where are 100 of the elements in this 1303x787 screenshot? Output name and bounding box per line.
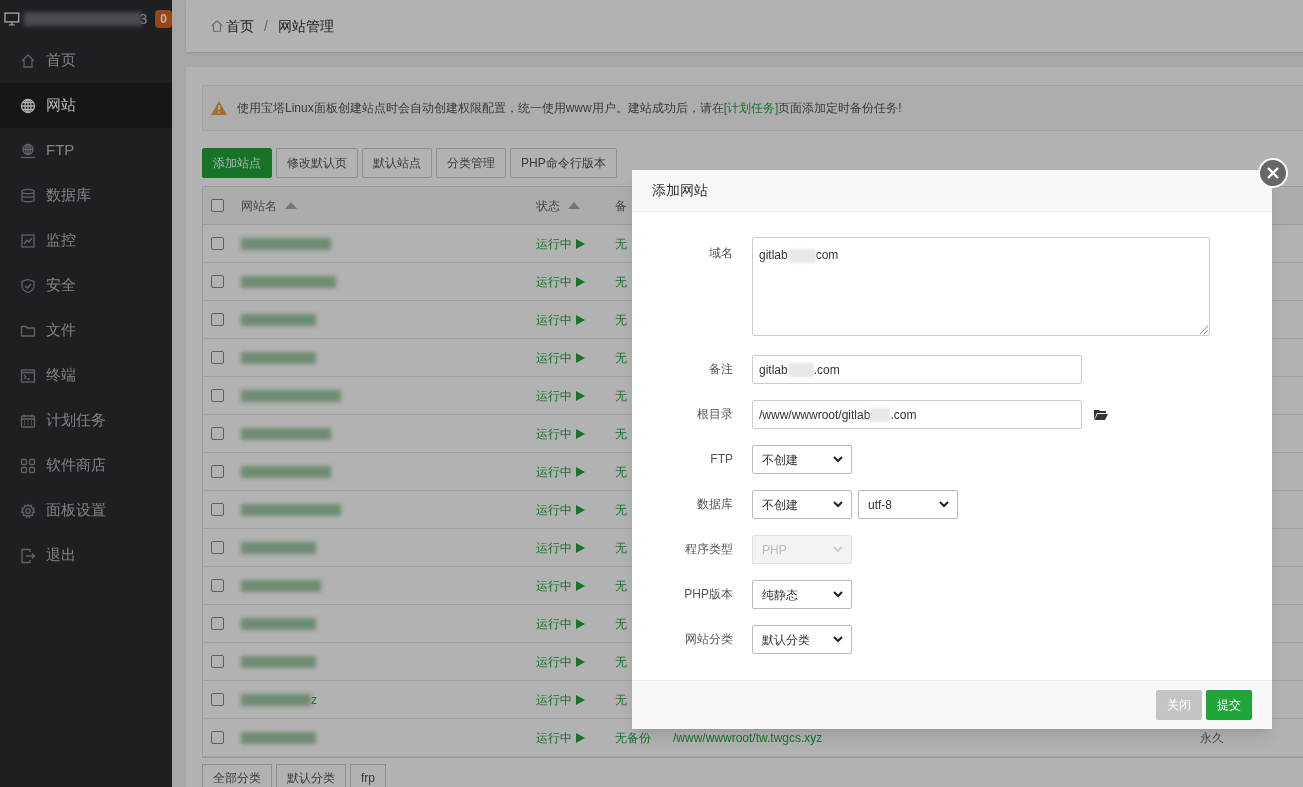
status-link[interactable]: 运行中 (536, 386, 615, 405)
row-checkbox[interactable] (211, 313, 224, 326)
sidebar-item[interactable]: 文件 (0, 308, 172, 353)
field-label: PHP版本 (683, 586, 733, 603)
status-link[interactable]: 运行中 (536, 424, 615, 443)
path-input[interactable]: /www/wwwroot/gitlab .com (752, 400, 1082, 429)
chevron-icon (833, 636, 843, 643)
status-link[interactable]: 运行中 (536, 234, 615, 253)
blurred-text (241, 693, 311, 706)
row-checkbox[interactable] (211, 427, 224, 440)
dropdown[interactable]: 纯静态 (752, 580, 852, 609)
play-icon (576, 428, 585, 439)
play-icon (576, 504, 585, 515)
database-icon (20, 187, 36, 204)
sidebar-item[interactable]: 面板设置 (0, 488, 172, 533)
row-checkbox[interactable] (211, 465, 224, 478)
status-link[interactable]: 运行中 (536, 272, 615, 291)
column-header[interactable]: 网站名 (241, 196, 277, 215)
row-checkbox[interactable] (211, 275, 224, 288)
select-all-checkbox[interactable] (211, 199, 224, 212)
play-icon (576, 314, 585, 325)
chart-icon (20, 232, 36, 249)
breadcrumb-separator: / (264, 16, 268, 36)
folder-icon[interactable] (1094, 408, 1108, 421)
path-link[interactable]: /www/wwwroot/tw.twgcs.xyz (673, 730, 823, 745)
row-checkbox[interactable] (211, 693, 224, 706)
dropdown[interactable]: 不创建 (752, 445, 852, 474)
dropdown[interactable]: 默认分类 (752, 625, 852, 654)
sidebar-item[interactable]: 安全 (0, 263, 172, 308)
status-link[interactable]: 运行中 (536, 614, 615, 633)
sidebar-item[interactable]: 计划任务 (0, 398, 172, 443)
toolbar-button[interactable]: 添加站点 (202, 148, 272, 178)
sidebar-item[interactable]: 软件商店 (0, 443, 172, 488)
chevron-icon (833, 501, 843, 508)
row-checkbox[interactable] (211, 655, 224, 668)
sidebar-item[interactable]: 首页 (0, 38, 172, 83)
play-icon (576, 732, 585, 743)
calendar-icon (20, 412, 36, 429)
status-link[interactable]: 运行中 (536, 728, 615, 747)
column-header[interactable]: 状态 (536, 196, 560, 215)
sort-icon[interactable] (568, 202, 580, 209)
row-checkbox[interactable] (211, 503, 224, 516)
sidebar-item[interactable]: 数据库 (0, 173, 172, 218)
site-name[interactable]: z (311, 690, 317, 709)
row-checkbox[interactable] (211, 237, 224, 250)
dropdown[interactable]: utf-8 (858, 490, 958, 519)
category-tab[interactable]: frp (350, 764, 386, 787)
status-link[interactable]: 运行中 (536, 690, 615, 709)
row-checkbox[interactable] (211, 389, 224, 402)
status-link[interactable]: 运行中 (536, 652, 615, 671)
row-checkbox[interactable] (211, 617, 224, 630)
sidebar-item[interactable]: 终端 (0, 353, 172, 398)
play-icon (576, 618, 585, 629)
row-checkbox[interactable] (211, 579, 224, 592)
logout-icon (20, 547, 36, 564)
backup-link[interactable]: 无备份 (615, 728, 673, 747)
remark-input[interactable]: gitlab .com (752, 355, 1082, 384)
dropdown[interactable]: 不创建 (752, 490, 852, 519)
category-tab[interactable]: 全部分类 (202, 764, 272, 787)
column-header[interactable]: 备 (615, 196, 627, 215)
submit-button[interactable]: 提交 (1206, 690, 1252, 720)
status-link[interactable]: 运行中 (536, 576, 615, 595)
warning-icon (211, 101, 227, 115)
status-link[interactable]: 运行中 (536, 462, 615, 481)
status-link[interactable]: 运行中 (536, 310, 615, 329)
dialog-title: 添加网站 (652, 181, 708, 200)
breadcrumb-link[interactable]: 首页 (210, 15, 254, 37)
row-checkbox[interactable] (211, 351, 224, 364)
chevron-icon (833, 546, 843, 553)
play-icon (576, 656, 585, 667)
sidebar-item[interactable]: 网站 (0, 83, 172, 128)
status-link[interactable]: 运行中 (536, 500, 615, 519)
toolbar-button[interactable]: 分类管理 (436, 148, 506, 178)
home-icon (210, 19, 224, 33)
notice-link[interactable]: [计划任务] (723, 101, 779, 115)
sidebar-item[interactable]: 退出 (0, 533, 172, 578)
field-label: 数据库 (696, 496, 733, 513)
status-link[interactable]: 运行中 (536, 348, 615, 367)
field-label: 根目录 (696, 406, 733, 423)
field-label: 网站分类 (684, 631, 733, 648)
play-icon (576, 542, 585, 553)
grid-icon (20, 457, 36, 474)
toolbar-button[interactable]: PHP命令行版本 (510, 148, 617, 178)
breadcrumb-link[interactable]: 网站管理 (277, 15, 334, 37)
field-label: 程序类型 (684, 541, 733, 558)
sidebar-item[interactable]: FTP (0, 128, 172, 173)
toolbar-button[interactable]: 默认站点 (362, 148, 432, 178)
domain-textarea[interactable]: gitlab com (752, 237, 1210, 336)
row-checkbox[interactable] (211, 541, 224, 554)
resize-handle-icon[interactable] (1200, 326, 1208, 334)
sidebar-item[interactable]: 监控 (0, 218, 172, 263)
home-icon (20, 52, 36, 69)
play-icon (576, 352, 585, 363)
play-icon (576, 694, 585, 705)
toolbar-button[interactable]: 修改默认页 (276, 148, 358, 178)
row-checkbox[interactable] (211, 731, 224, 744)
status-link[interactable]: 运行中 (536, 538, 615, 557)
play-icon (576, 466, 585, 477)
sort-icon[interactable] (285, 202, 297, 209)
category-tab[interactable]: 默认分类 (276, 764, 346, 787)
